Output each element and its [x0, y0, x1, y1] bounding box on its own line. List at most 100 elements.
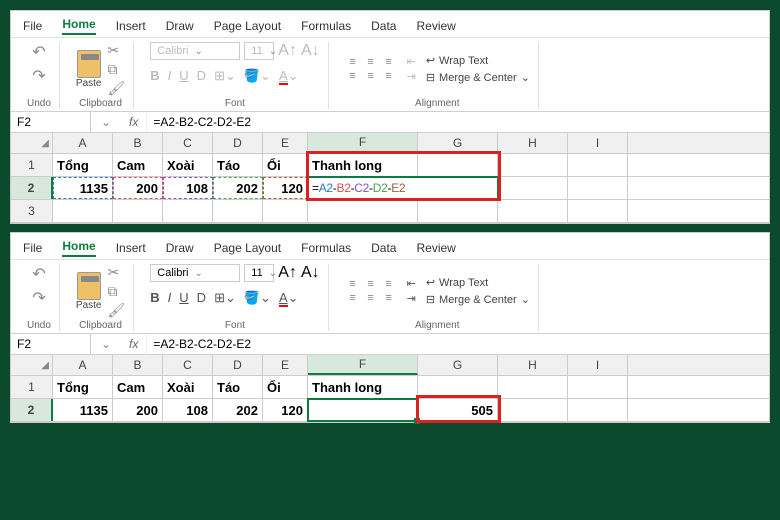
font-name-select[interactable]: Calibri	[150, 264, 240, 282]
col-header[interactable]: G	[418, 355, 498, 375]
formula-input[interactable]: =A2-B2-C2-D2-E2	[147, 112, 769, 132]
col-header[interactable]: A	[53, 355, 113, 375]
format-painter-icon[interactable]: 🖌	[107, 80, 125, 97]
font-color-icon[interactable]: A⌄	[279, 290, 299, 306]
select-all-corner[interactable]: ◢	[11, 355, 53, 375]
double-underline-button[interactable]: D	[197, 290, 206, 306]
cell[interactable]: Thanh long	[308, 154, 418, 176]
redo-icon[interactable]: ↷	[32, 288, 45, 308]
cell[interactable]: Tổng	[53, 376, 113, 398]
font-name-select[interactable]: Calibri	[150, 42, 240, 60]
tab-data[interactable]: Data	[371, 241, 396, 255]
cell[interactable]: 200	[113, 177, 163, 199]
cell[interactable]	[113, 200, 163, 222]
borders-icon[interactable]: ⊞⌄	[214, 68, 236, 84]
cell[interactable]: Táo	[213, 154, 263, 176]
tab-draw[interactable]: Draw	[166, 19, 194, 33]
cell[interactable]	[418, 154, 498, 176]
row-header[interactable]: 1	[11, 154, 53, 176]
copy-icon[interactable]: ⧉	[107, 283, 125, 300]
cell[interactable]: Xoài	[163, 154, 213, 176]
cell[interactable]	[163, 200, 213, 222]
name-box[interactable]: F2	[11, 112, 91, 132]
cell[interactable]: 1135	[53, 399, 113, 421]
cell[interactable]	[498, 200, 568, 222]
cell[interactable]	[418, 376, 498, 398]
cut-icon[interactable]: ✂	[107, 264, 125, 281]
wrap-text-button[interactable]: ↩Wrap Text	[426, 276, 530, 289]
undo-icon[interactable]: ↶	[32, 264, 45, 284]
underline-button[interactable]: U	[179, 68, 188, 84]
decrease-indent-icon[interactable]: ⇤	[407, 277, 416, 290]
col-header[interactable]: C	[163, 133, 213, 153]
fx-icon[interactable]: fx	[121, 334, 147, 354]
font-color-icon[interactable]: A⌄	[279, 68, 299, 84]
cell[interactable]	[263, 200, 308, 222]
tab-formulas[interactable]: Formulas	[301, 19, 351, 33]
paste-icon[interactable]	[77, 272, 101, 300]
col-header[interactable]: C	[163, 355, 213, 375]
cell[interactable]	[568, 177, 628, 199]
col-header[interactable]: F	[308, 355, 418, 375]
col-header[interactable]: A	[53, 133, 113, 153]
tab-review[interactable]: Review	[416, 19, 455, 33]
cell[interactable]	[308, 200, 418, 222]
row-header[interactable]: 2	[11, 177, 53, 199]
tab-draw[interactable]: Draw	[166, 241, 194, 255]
tab-home[interactable]: Home	[62, 239, 95, 257]
increase-indent-icon[interactable]: ⇥	[407, 292, 416, 305]
double-underline-button[interactable]: D	[197, 68, 206, 84]
cell[interactable]: Ổi	[263, 376, 308, 398]
merge-center-button[interactable]: ⊟Merge & Center ⌄	[426, 293, 530, 306]
increase-font-icon[interactable]: A↑	[278, 264, 297, 282]
italic-button[interactable]: I	[168, 290, 172, 306]
col-header[interactable]: G	[418, 133, 498, 153]
paste-icon[interactable]	[77, 50, 101, 78]
name-box-dropdown-icon[interactable]: ⌄	[91, 115, 121, 129]
cell[interactable]	[418, 200, 498, 222]
undo-icon[interactable]: ↶	[32, 42, 45, 62]
align-buttons[interactable]: ≡≡≡≡≡≡	[345, 278, 397, 304]
font-size-select[interactable]: 11	[244, 42, 274, 60]
font-size-select[interactable]: 11	[244, 264, 274, 282]
cell[interactable]	[568, 399, 628, 421]
wrap-text-button[interactable]: ↩Wrap Text	[426, 54, 530, 67]
formula-input[interactable]: =A2-B2-C2-D2-E2	[147, 334, 769, 354]
tab-insert[interactable]: Insert	[116, 241, 146, 255]
redo-icon[interactable]: ↷	[32, 66, 45, 86]
cell[interactable]	[53, 200, 113, 222]
cell[interactable]	[498, 399, 568, 421]
bold-button[interactable]: B	[150, 68, 159, 84]
cell[interactable]	[498, 376, 568, 398]
cell[interactable]: Táo	[213, 376, 263, 398]
tab-file[interactable]: File	[23, 241, 42, 255]
tab-insert[interactable]: Insert	[116, 19, 146, 33]
tab-review[interactable]: Review	[416, 241, 455, 255]
fill-color-icon[interactable]: 🪣⌄	[244, 290, 271, 306]
tab-formulas[interactable]: Formulas	[301, 241, 351, 255]
bold-button[interactable]: B	[150, 290, 159, 306]
name-box[interactable]: F2	[11, 334, 91, 354]
row-header[interactable]: 1	[11, 376, 53, 398]
cell[interactable]	[498, 154, 568, 176]
tab-file[interactable]: File	[23, 19, 42, 33]
col-header[interactable]: H	[498, 133, 568, 153]
cell[interactable]: 108	[163, 177, 213, 199]
cell[interactable]: Tổng	[53, 154, 113, 176]
cell[interactable]	[498, 177, 568, 199]
cut-icon[interactable]: ✂	[107, 42, 125, 59]
cell[interactable]: Cam	[113, 154, 163, 176]
tab-data[interactable]: Data	[371, 19, 396, 33]
cell[interactable]: 120	[263, 399, 308, 421]
cell[interactable]: 120	[263, 177, 308, 199]
col-header[interactable]: I	[568, 133, 628, 153]
increase-indent-icon[interactable]: ⇥	[407, 70, 416, 83]
cell[interactable]	[568, 154, 628, 176]
merge-center-button[interactable]: ⊟Merge & Center ⌄	[426, 71, 530, 84]
cell[interactable]	[568, 376, 628, 398]
active-cell[interactable]	[308, 399, 418, 421]
decrease-font-icon[interactable]: A↓	[301, 264, 320, 282]
cell[interactable]: Cam	[113, 376, 163, 398]
cell[interactable]: Xoài	[163, 376, 213, 398]
align-buttons[interactable]: ≡≡≡≡≡≡	[345, 56, 397, 82]
